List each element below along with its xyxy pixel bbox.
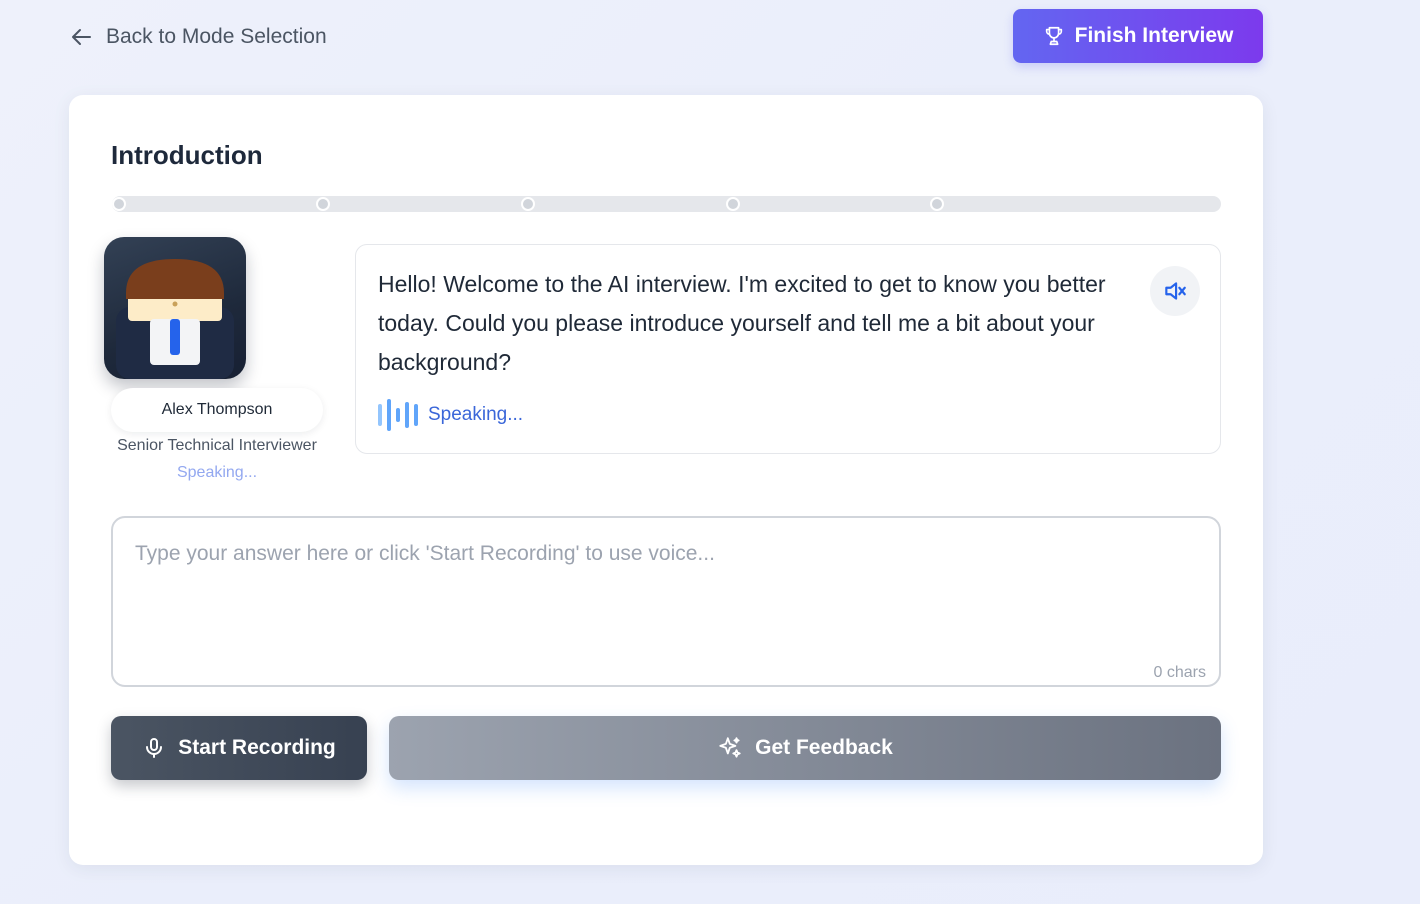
char-count: 0 chars — [1153, 664, 1206, 681]
volume-mute-icon — [1165, 282, 1186, 300]
get-feedback-button[interactable]: Get Feedback — [389, 716, 1221, 780]
start-recording-label: Start Recording — [178, 736, 336, 759]
answer-input[interactable] — [111, 516, 1221, 687]
progress-track — [112, 196, 1221, 212]
progress-step-3 — [521, 197, 535, 211]
audio-wave-icon — [378, 398, 418, 432]
sparkles-icon — [719, 737, 741, 758]
mute-audio-button[interactable] — [1150, 266, 1200, 316]
trophy-icon — [1045, 26, 1062, 46]
interviewer-message-bubble: Hello! Welcome to the AI interview. I'm … — [355, 244, 1221, 454]
interviewer-avatar — [104, 237, 246, 379]
finish-interview-label: Finish Interview — [1074, 24, 1234, 47]
section-title: Introduction — [111, 140, 263, 170]
get-feedback-label: Get Feedback — [755, 736, 893, 759]
back-to-mode-selection-link[interactable]: Back to Mode Selection — [70, 22, 327, 52]
speaking-indicator: Speaking... — [378, 398, 523, 432]
arrow-left-icon — [72, 29, 91, 45]
interviewer-message-text: Hello! Welcome to the AI interview. I'm … — [378, 271, 1106, 375]
interviewer-status: Speaking... — [176, 464, 258, 481]
progress-step-5 — [930, 197, 944, 211]
back-link-label: Back to Mode Selection — [106, 25, 327, 48]
progress-step-4 — [726, 197, 740, 211]
progress-step-1 — [112, 197, 126, 211]
progress-step-2 — [316, 197, 330, 211]
start-recording-button[interactable]: Start Recording — [111, 716, 367, 780]
interviewer-role: Senior Technical Interviewer — [117, 437, 317, 454]
interview-card: Introduction Alex Thompson Senior Techni… — [69, 95, 1263, 865]
speaking-label: Speaking... — [428, 404, 524, 425]
finish-interview-button[interactable]: Finish Interview — [1013, 9, 1263, 63]
interviewer-name: Alex Thompson — [111, 388, 323, 432]
microphone-icon — [146, 738, 163, 758]
